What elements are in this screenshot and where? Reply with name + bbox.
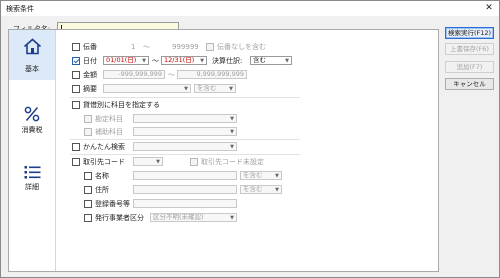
sidebar-label-tax: 消費税 (21, 126, 43, 134)
description-mode-select[interactable]: を含む ▼ (194, 84, 236, 93)
amount-to-value: 9,999,999,999 (196, 70, 244, 78)
easy-search-checkbox[interactable] (72, 143, 80, 151)
registration-number-field[interactable] (133, 199, 237, 208)
amount-label: 金額 (83, 71, 97, 79)
issuer-type-label: 発行事業者区分 (95, 214, 144, 222)
partner-address-field[interactable] (133, 185, 237, 194)
partner-address-label: 住所 (95, 186, 109, 194)
sub-account-label: 補助科目 (95, 128, 123, 136)
add-button[interactable]: 追加(F7) (445, 61, 494, 73)
partner-address-mode-select[interactable]: を含む ▼ (240, 185, 282, 194)
date-tilde: ～ (152, 57, 159, 65)
sidebar-label-basic: 基本 (25, 65, 39, 73)
conditions-panel: 基本 消費税 詳細 伝番 1 ～ 999999 伝番なしを含む 日付 01/01… (8, 29, 439, 272)
home-icon (23, 38, 42, 55)
issuer-type-checkbox[interactable] (84, 214, 92, 222)
list-icon (24, 166, 41, 179)
chevron-down-icon: ▼ (230, 129, 234, 135)
account-by-side-label: 貸借別に科目を指定する (83, 101, 160, 109)
partner-name-checkbox[interactable] (84, 172, 92, 180)
registration-number-label: 登録番号等 (95, 200, 130, 208)
date-to-field[interactable]: 12/31(日) ▼ (161, 56, 207, 65)
divider (70, 139, 300, 140)
title-bar: 検索条件 ✕ (1, 1, 499, 16)
partner-code-unset-checkbox[interactable] (190, 158, 198, 166)
sub-account-select[interactable]: ▼ (133, 127, 237, 136)
settlement-value: 含む (253, 56, 266, 64)
chevron-down-icon: ▼ (230, 215, 234, 221)
easy-search-select[interactable]: ▼ (133, 142, 237, 151)
no-slip-label: 伝番なしを含む (217, 43, 266, 51)
easy-search-label: かんたん検索 (83, 143, 125, 151)
settlement-select[interactable]: 含む ▼ (250, 56, 292, 65)
date-from-value: 01/01(日) (106, 56, 137, 64)
slip-number-label: 伝番 (83, 43, 97, 51)
description-field[interactable]: ▼ (103, 84, 191, 93)
chevron-down-icon: ▼ (285, 58, 289, 64)
account-item-label: 勘定科目 (95, 115, 123, 123)
partner-code-checkbox[interactable] (72, 158, 80, 166)
chevron-down-icon: ▼ (156, 159, 160, 165)
date-checkbox[interactable] (72, 57, 80, 65)
partner-name-label: 名称 (95, 172, 109, 180)
date-to-value: 12/31(日) (164, 56, 195, 64)
slip-number-to[interactable]: 999999 (172, 42, 199, 52)
issuer-type-select[interactable]: 区分不明(未確認) ▼ (150, 213, 237, 222)
description-mode-value: を含む (197, 84, 217, 92)
category-sidebar: 基本 消費税 詳細 (9, 30, 56, 271)
amount-to-field[interactable]: 9,999,999,999 (177, 70, 247, 79)
settlement-label: 決算仕訳: (212, 57, 243, 65)
sub-account-checkbox[interactable] (84, 128, 92, 136)
window-title: 検索条件 (6, 5, 34, 13)
partner-code-label: 取引先コード (83, 158, 125, 166)
divider (70, 97, 300, 98)
issuer-type-value: 区分不明(未確認) (153, 213, 204, 221)
amount-from-field[interactable]: -999,999,999 (103, 70, 165, 79)
slip-number-tilde: ～ (143, 43, 150, 51)
description-label: 摘要 (83, 85, 97, 93)
partner-name-field[interactable] (133, 171, 237, 180)
amount-checkbox[interactable] (72, 71, 80, 79)
chevron-down-icon: ▼ (142, 58, 146, 64)
sidebar-item-detail[interactable]: 詳細 (9, 158, 55, 208)
close-icon[interactable]: ✕ (483, 3, 495, 14)
no-slip-checkbox[interactable] (206, 43, 214, 51)
slip-number-checkbox[interactable] (72, 43, 80, 51)
chevron-down-icon: ▼ (230, 144, 234, 150)
partner-address-mode-value: を含む (243, 185, 263, 193)
date-from-field[interactable]: 01/01(日) ▼ (103, 56, 149, 65)
chevron-down-icon: ▼ (184, 86, 188, 92)
partner-address-checkbox[interactable] (84, 186, 92, 194)
chevron-down-icon: ▼ (275, 173, 279, 179)
percent-icon (24, 106, 40, 122)
chevron-down-icon: ▼ (229, 86, 233, 92)
partner-name-mode-value: を含む (243, 171, 263, 179)
account-by-side-checkbox[interactable] (72, 101, 80, 109)
partner-code-unset-label: 取引先コード未設定 (201, 158, 264, 166)
partner-name-mode-select[interactable]: を含む ▼ (240, 171, 282, 180)
chevron-down-icon: ▼ (230, 116, 234, 122)
search-conditions-dialog: 検索条件 ✕ フィルタ名: 検索実行(F12) 上書保存(F6) 追加(F7) … (0, 0, 500, 278)
overwrite-save-button[interactable]: 上書保存(F6) (445, 43, 494, 55)
sidebar-item-tax[interactable]: 消費税 (9, 98, 55, 148)
chevron-down-icon: ▼ (200, 58, 204, 64)
slip-number-from[interactable]: 1 (131, 42, 135, 52)
divider (70, 154, 300, 155)
chevron-down-icon: ▼ (275, 187, 279, 193)
account-item-checkbox[interactable] (84, 115, 92, 123)
partner-code-select[interactable]: ▼ (133, 157, 163, 166)
amount-tilde: ～ (168, 71, 175, 79)
search-execute-button[interactable]: 検索実行(F12) (445, 27, 494, 39)
sidebar-item-basic[interactable]: 基本 (9, 30, 55, 80)
registration-number-checkbox[interactable] (84, 200, 92, 208)
description-checkbox[interactable] (72, 85, 80, 93)
sidebar-label-detail: 詳細 (25, 183, 39, 191)
amount-from-value: -999,999,999 (118, 70, 162, 78)
account-item-select[interactable]: ▼ (133, 114, 237, 123)
date-label: 日付 (83, 57, 97, 65)
cancel-button[interactable]: キャンセル (445, 78, 494, 90)
